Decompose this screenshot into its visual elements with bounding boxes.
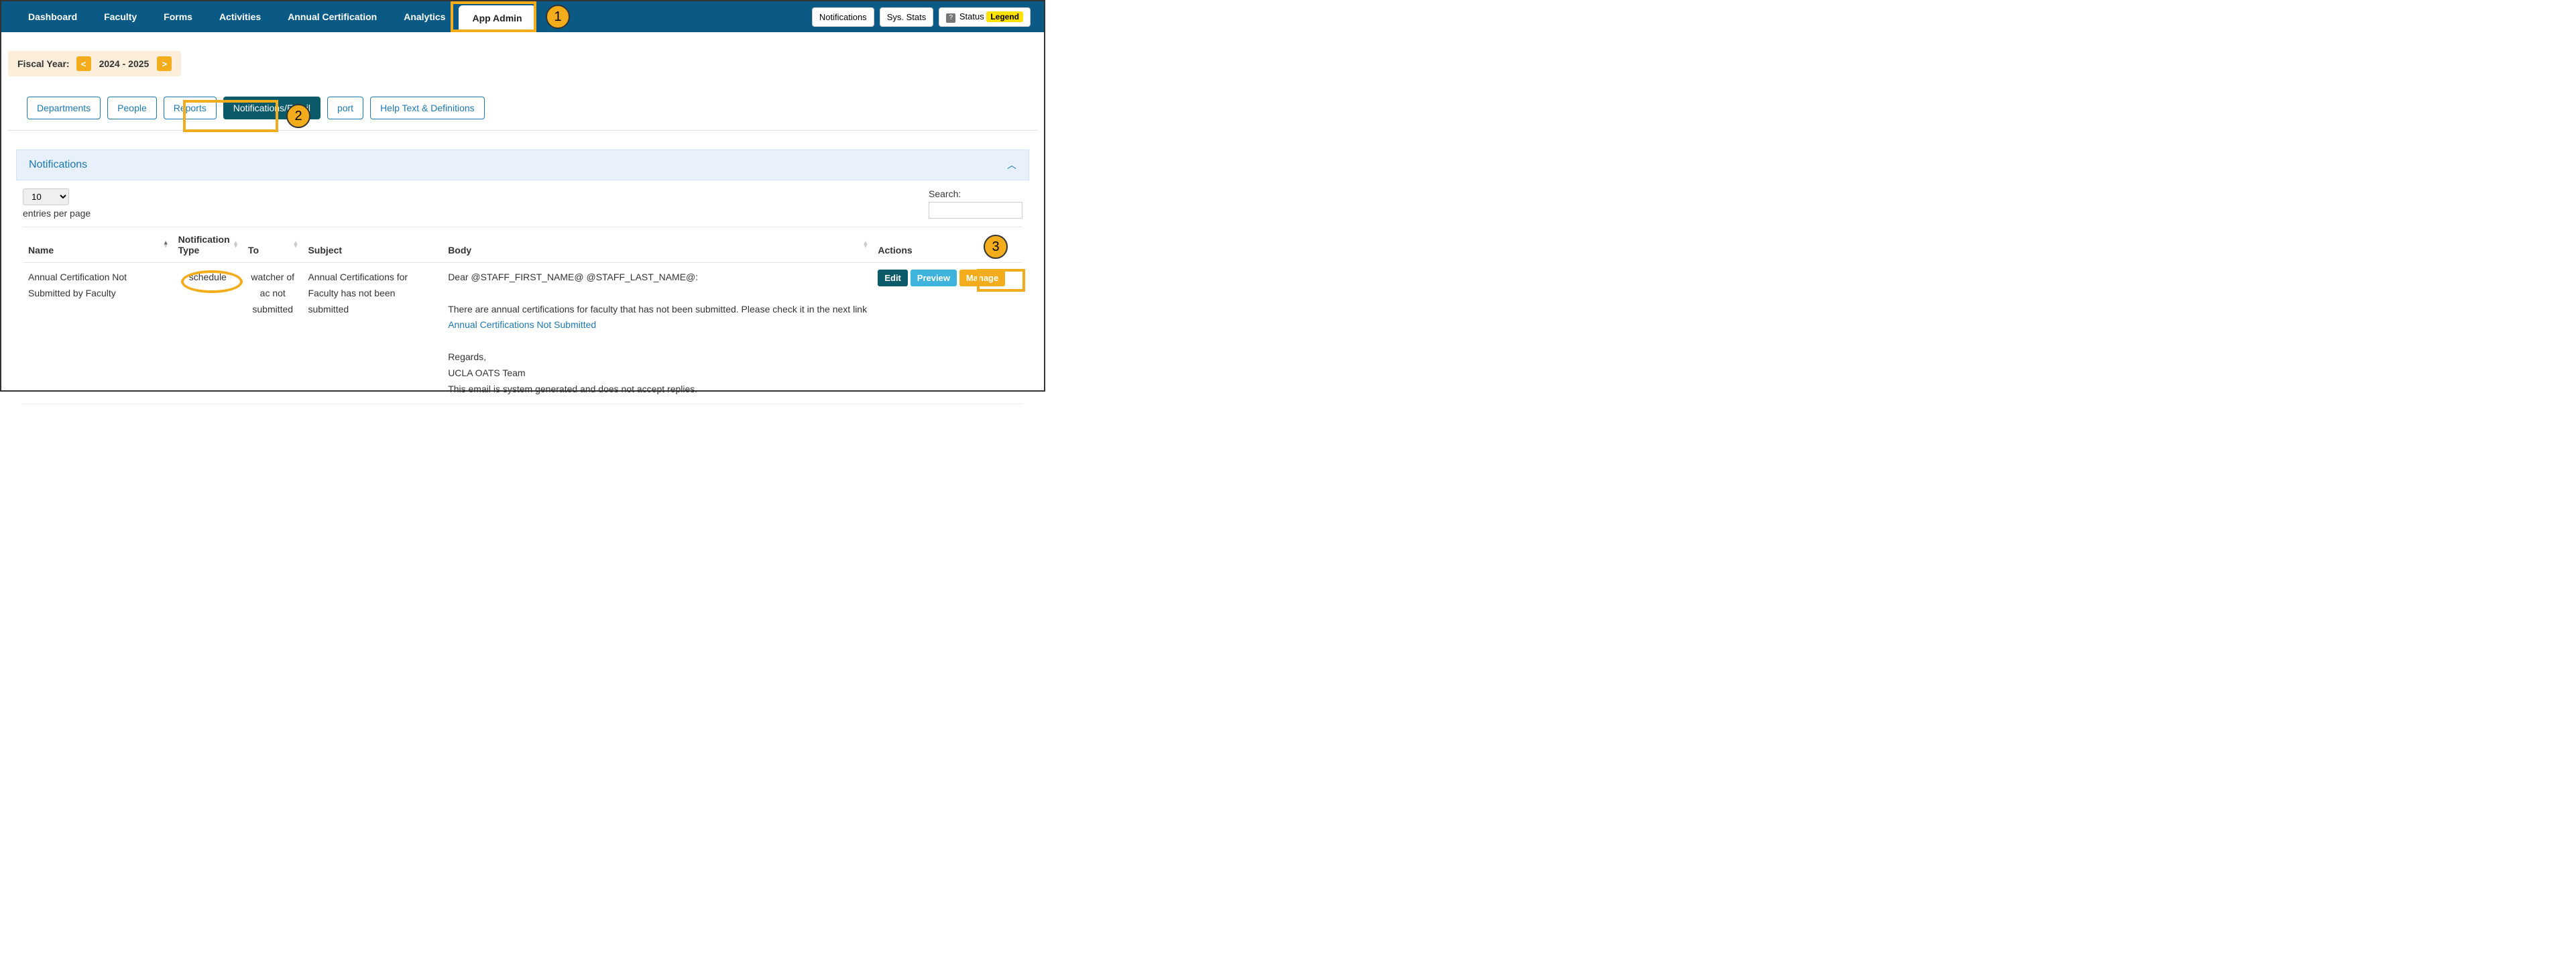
- col-subject[interactable]: Subject: [302, 227, 443, 263]
- cell-name: Annual Certification Not Submitted by Fa…: [23, 263, 173, 404]
- body-regards: Regards,: [448, 351, 486, 362]
- entries-control: 10 entries per page: [23, 188, 91, 219]
- col-to[interactable]: To▲▼: [243, 227, 302, 263]
- collapse-icon[interactable]: ︿: [1007, 158, 1016, 172]
- subtab-port[interactable]: port: [327, 97, 363, 119]
- sort-icon: ▲▼: [293, 241, 299, 249]
- nav-dashboard[interactable]: Dashboard: [15, 3, 91, 31]
- legend-badge: Legend: [986, 11, 1023, 22]
- sys-stats-button[interactable]: Sys. Stats: [880, 7, 934, 27]
- fiscal-year-label: Fiscal Year:: [17, 58, 70, 69]
- question-icon: ?: [946, 13, 955, 23]
- cell-type: schedule: [173, 263, 243, 404]
- panel-title: Notifications: [29, 159, 87, 171]
- notifications-table: Name▲▼ Notification Type▲▼ To▲▼ Subject …: [23, 227, 1022, 404]
- search-label: Search:: [929, 188, 961, 199]
- nav-analytics[interactable]: Analytics: [390, 3, 459, 31]
- subtab-reports[interactable]: Reports: [164, 97, 217, 119]
- col-actions: Actions: [872, 227, 1022, 263]
- nav-activities[interactable]: Activities: [206, 3, 274, 31]
- nav-left: Dashboard Faculty Forms Activities Annua…: [15, 3, 536, 31]
- nav-forms[interactable]: Forms: [150, 3, 206, 31]
- cell-subject: Annual Certifications for Faculty has no…: [302, 263, 443, 404]
- edit-button[interactable]: Edit: [878, 270, 908, 286]
- sort-icon: ▲▼: [163, 241, 169, 249]
- cell-actions: Edit Preview Manage: [872, 263, 1022, 404]
- subtab-people[interactable]: People: [107, 97, 157, 119]
- table-header-row: Name▲▼ Notification Type▲▼ To▲▼ Subject …: [23, 227, 1022, 263]
- body-greeting: Dear @STAFF_FIRST_NAME@ @STAFF_LAST_NAME…: [448, 272, 698, 282]
- status-button[interactable]: ? Status Legend: [939, 7, 1031, 27]
- table-controls: 10 entries per page Search:: [23, 188, 1022, 219]
- sort-icon: ▲▼: [233, 241, 239, 249]
- search-input[interactable]: [929, 202, 1022, 219]
- subtab-departments[interactable]: Departments: [27, 97, 101, 119]
- top-nav: Dashboard Faculty Forms Activities Annua…: [1, 1, 1044, 32]
- entries-label: entries per page: [23, 208, 91, 219]
- body-link[interactable]: Annual Certifications Not Submitted: [448, 319, 596, 330]
- body-team: UCLA OATS Team: [448, 367, 525, 378]
- search-control: Search:: [929, 188, 1022, 219]
- entries-select[interactable]: 10: [23, 188, 69, 205]
- notifications-button[interactable]: Notifications: [812, 7, 874, 27]
- preview-button[interactable]: Preview: [911, 270, 957, 286]
- body-text: There are annual certifications for facu…: [448, 304, 867, 315]
- nav-annual-certification[interactable]: Annual Certification: [274, 3, 390, 31]
- fiscal-year-value: 2024 - 2025: [91, 58, 158, 69]
- col-type[interactable]: Notification Type▲▼: [173, 227, 243, 263]
- sort-icon: ▲▼: [862, 241, 868, 249]
- fiscal-prev-button[interactable]: <: [76, 56, 91, 71]
- subtab-notifications-email[interactable]: Notifications/Email: [223, 97, 320, 119]
- col-name[interactable]: Name▲▼: [23, 227, 173, 263]
- table-row: Annual Certification Not Submitted by Fa…: [23, 263, 1022, 404]
- status-label: Status: [959, 11, 984, 21]
- panel-body: 10 entries per page Search: Name▲▼ Notif…: [16, 180, 1029, 412]
- admin-subtabs: Departments People Reports Notifications…: [8, 76, 1037, 131]
- nav-app-admin[interactable]: App Admin: [459, 5, 535, 31]
- nav-faculty[interactable]: Faculty: [91, 3, 150, 31]
- manage-button[interactable]: Manage: [959, 270, 1005, 286]
- col-body[interactable]: Body▲▼: [443, 227, 872, 263]
- fiscal-year-bar: Fiscal Year: < 2024 - 2025 >: [8, 51, 181, 76]
- cell-body: Dear @STAFF_FIRST_NAME@ @STAFF_LAST_NAME…: [443, 263, 872, 404]
- body-footer: This email is system generated and does …: [448, 384, 697, 394]
- nav-right: Notifications Sys. Stats ? Status Legend: [812, 7, 1031, 27]
- fiscal-next-button[interactable]: >: [157, 56, 172, 71]
- subtab-help-text[interactable]: Help Text & Definitions: [370, 97, 485, 119]
- notifications-panel: Notifications ︿ 10 entries per page Sear…: [16, 150, 1029, 412]
- panel-header[interactable]: Notifications ︿: [16, 150, 1029, 180]
- cell-to: watcher of ac not submitted: [243, 263, 302, 404]
